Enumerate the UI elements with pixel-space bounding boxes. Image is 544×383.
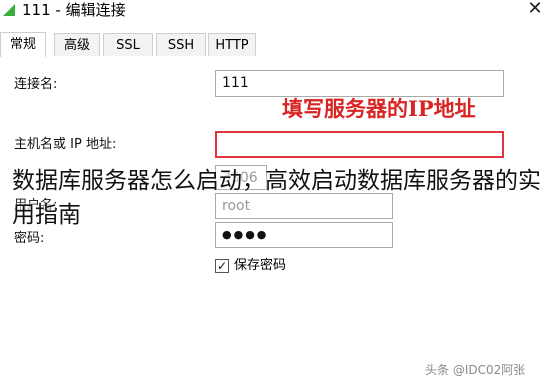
password-label: 密码: — [14, 231, 45, 246]
host-input[interactable] — [215, 131, 504, 158]
tab-ssl[interactable]: SSL — [103, 33, 153, 56]
annotation-text: 填写服务器的IP地址 — [282, 96, 476, 121]
save-password-label: 保存密码 — [234, 258, 287, 273]
save-password-checkbox[interactable]: ✓ — [215, 259, 229, 273]
title-bar: 111 - 编辑连接 ✕ — [0, 0, 544, 22]
watermark: 头条 @IDC02阿张 — [425, 363, 526, 377]
window-title: 111 - 编辑连接 — [22, 1, 126, 19]
connection-name-input[interactable]: 111 — [215, 70, 504, 97]
tab-ssh[interactable]: SSH — [156, 33, 206, 56]
tab-http[interactable]: HTTP — [208, 33, 256, 56]
app-logo-icon — [2, 2, 16, 16]
close-icon[interactable]: ✕ — [526, 0, 544, 20]
headline-overlay: 数据库服务器怎么启动，高效启动数据库服务器的实用指南 — [12, 168, 541, 228]
tab-general[interactable]: 常规 — [0, 32, 46, 57]
tab-bar: 常规 高级 SSL SSH HTTP — [0, 32, 544, 58]
connection-name-label: 连接名: — [14, 77, 58, 92]
tab-advanced[interactable]: 高级 — [54, 33, 100, 56]
host-label: 主机名或 IP 地址: — [14, 137, 117, 152]
